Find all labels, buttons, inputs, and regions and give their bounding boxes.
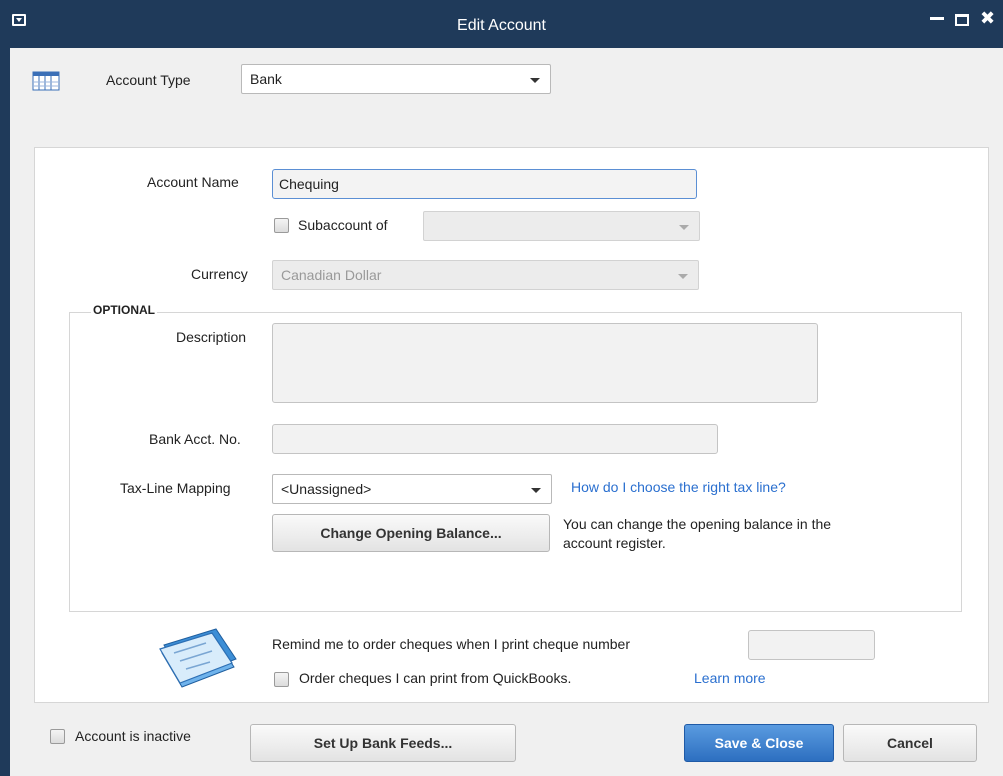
account-details-panel: Account Name Chequing Subaccount of Curr… — [34, 147, 989, 703]
currency-dropdown[interactable]: Canadian Dollar — [272, 260, 699, 290]
subaccount-label: Subaccount of — [298, 217, 388, 233]
subaccount-checkbox[interactable] — [274, 218, 289, 233]
opening-balance-note-line1: You can change the opening balance in th… — [563, 516, 832, 532]
chevron-down-icon — [679, 225, 689, 230]
cancel-button[interactable]: Cancel — [843, 724, 977, 762]
close-icon[interactable]: ✖ — [980, 8, 995, 29]
save-close-button[interactable]: Save & Close — [684, 724, 834, 762]
currency-label: Currency — [191, 266, 248, 282]
maximize-icon[interactable] — [955, 14, 969, 26]
chevron-down-icon — [678, 274, 688, 279]
learn-more-link[interactable]: Learn more — [694, 670, 766, 686]
description-input[interactable] — [272, 323, 818, 403]
dialog-body: Account Type Bank Account Name Chequing … — [10, 48, 1003, 776]
subaccount-dropdown[interactable] — [423, 211, 700, 241]
edit-account-window: Edit Account ✖ Account Type Bank Account… — [0, 0, 1003, 776]
minimize-icon[interactable] — [930, 17, 944, 20]
currency-value: Canadian Dollar — [281, 267, 382, 283]
account-type-dropdown[interactable]: Bank — [241, 64, 551, 94]
tax-line-label: Tax-Line Mapping — [120, 480, 231, 496]
chevron-down-icon — [531, 488, 541, 493]
tax-line-help-link[interactable]: How do I choose the right tax line? — [571, 479, 786, 495]
remind-cheques-label: Remind me to order cheques when I print … — [272, 636, 630, 652]
account-name-input[interactable]: Chequing — [272, 169, 697, 199]
order-cheques-label: Order cheques I can print from QuickBook… — [299, 670, 572, 686]
change-opening-balance-button[interactable]: Change Opening Balance... — [272, 514, 550, 552]
window-title: Edit Account — [457, 17, 546, 34]
cheque-number-input[interactable] — [748, 630, 875, 660]
tax-line-dropdown[interactable]: <Unassigned> — [272, 474, 552, 504]
bank-acct-input[interactable] — [272, 424, 718, 454]
optional-heading: OPTIONAL — [91, 303, 157, 317]
account-type-label: Account Type — [106, 72, 191, 88]
cheque-book-icon — [159, 628, 237, 688]
title-bar: Edit Account ✖ — [0, 0, 1003, 48]
account-type-value: Bank — [250, 71, 282, 87]
set-up-bank-feeds-button[interactable]: Set Up Bank Feeds... — [250, 724, 516, 762]
bank-acct-label: Bank Acct. No. — [149, 431, 241, 447]
order-cheques-checkbox[interactable] — [274, 672, 289, 687]
account-inactive-checkbox[interactable] — [50, 729, 65, 744]
description-label: Description — [176, 329, 247, 345]
account-name-label: Account Name — [147, 174, 239, 190]
account-inactive-label: Account is inactive — [75, 728, 191, 744]
account-name-value: Chequing — [279, 176, 339, 192]
opening-balance-note-line2: account register. — [563, 535, 666, 551]
tax-line-value: <Unassigned> — [281, 481, 372, 497]
account-register-icon — [32, 71, 60, 91]
chevron-down-icon — [530, 78, 540, 83]
